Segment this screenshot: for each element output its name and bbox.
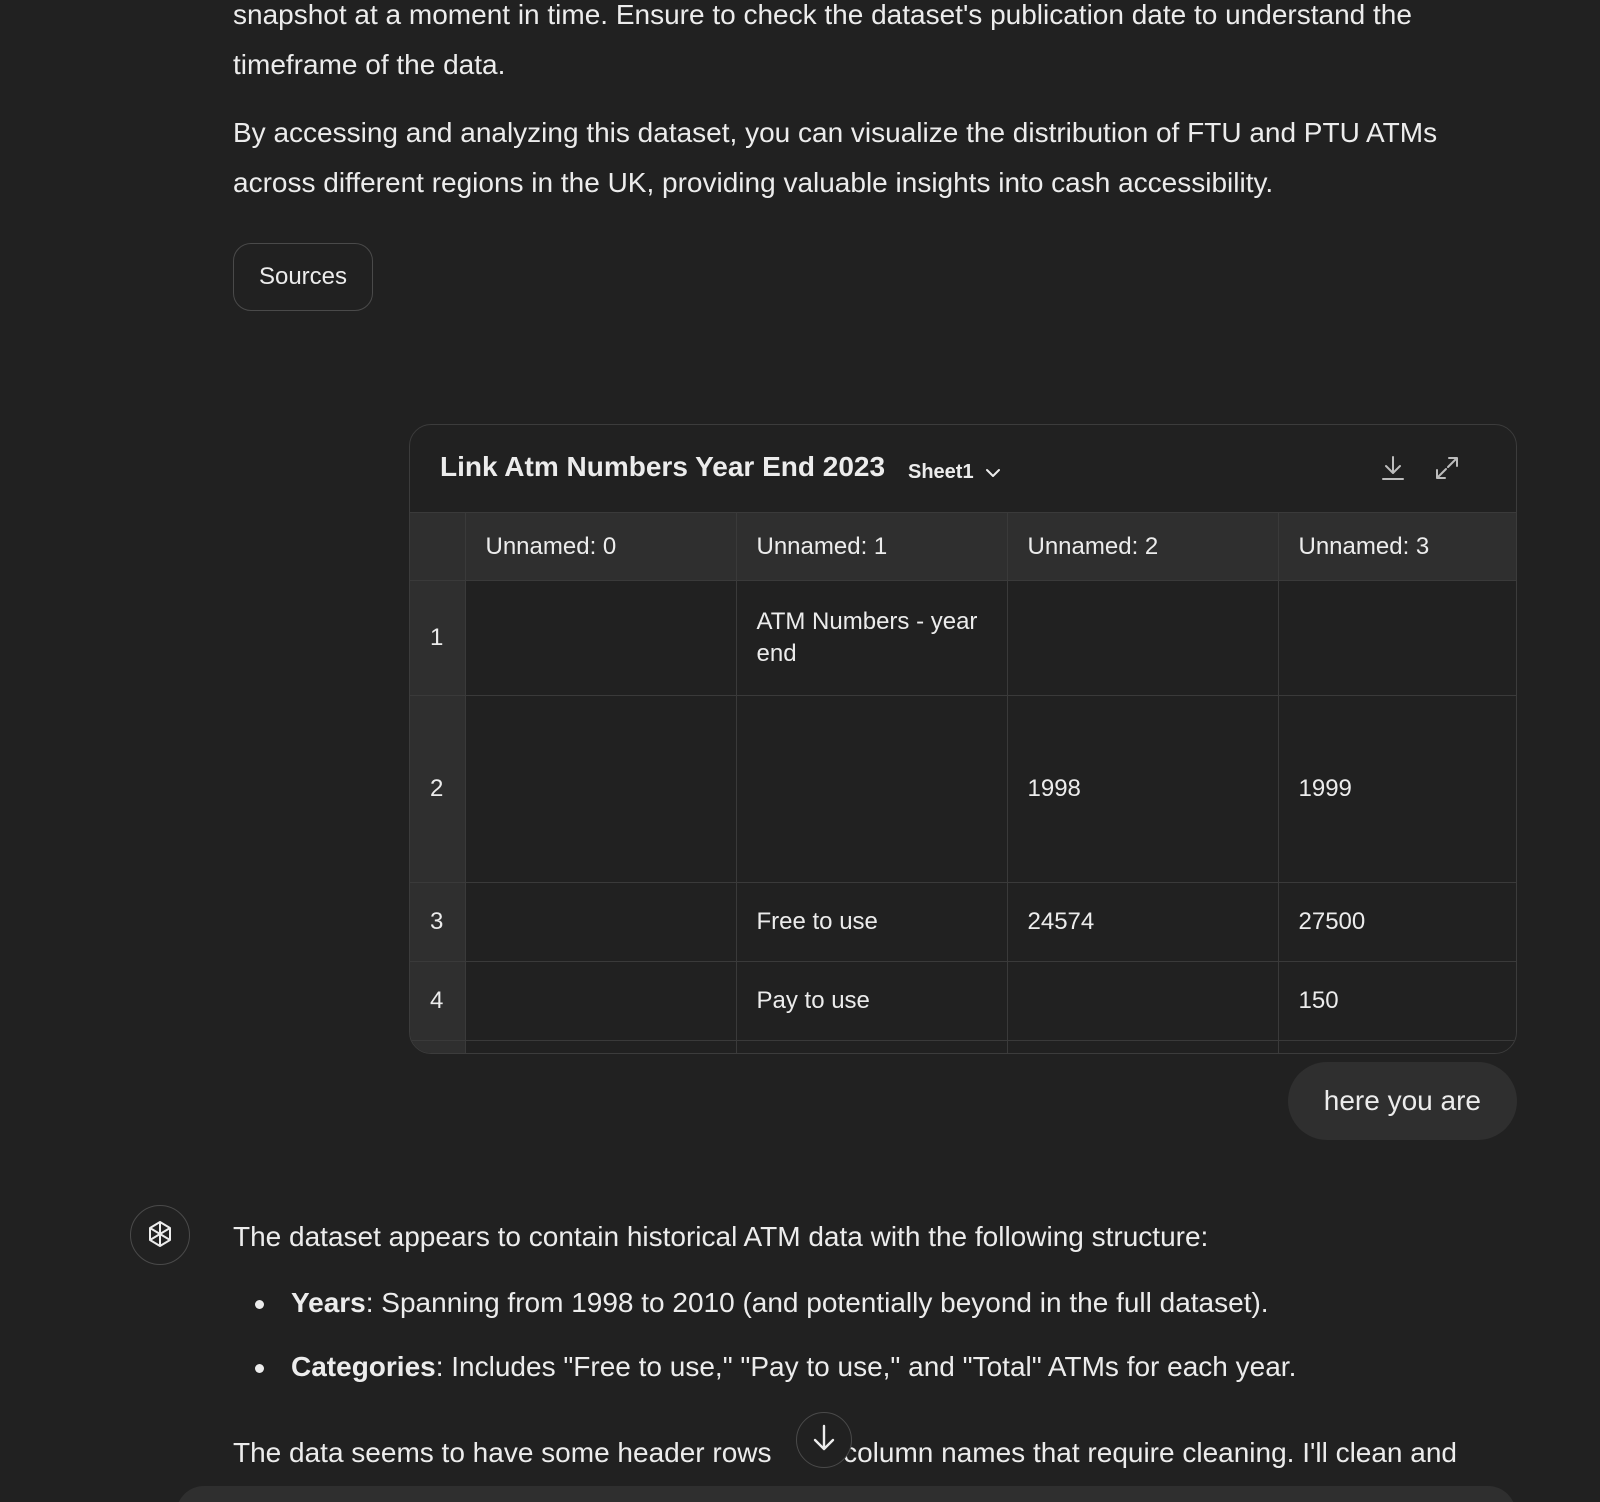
table-cell[interactable] bbox=[465, 1040, 737, 1053]
column-header[interactable]: Unnamed: 0 bbox=[465, 513, 737, 581]
sheet-selector[interactable]: Sheet1 bbox=[908, 461, 1002, 484]
openai-logo-icon bbox=[130, 1205, 190, 1265]
assistant-bullet-list: Years: Spanning from 1998 to 2010 (and p… bbox=[233, 1278, 1533, 1406]
table-header-row: Unnamed: 0 Unnamed: 1 Unnamed: 2 Unnamed… bbox=[410, 513, 1516, 581]
spreadsheet-header: Link Atm Numbers Year End 2023 Sheet1 bbox=[410, 425, 1516, 513]
row-index: 4 bbox=[410, 961, 466, 1041]
table-cell[interactable]: 1999 bbox=[1278, 695, 1516, 883]
table-cell[interactable] bbox=[465, 695, 737, 883]
table-cell[interactable] bbox=[1007, 961, 1279, 1041]
bullet-dot bbox=[255, 1300, 264, 1309]
table-cell[interactable]: Pay to use bbox=[736, 961, 1008, 1041]
spreadsheet-table: Unnamed: 0 Unnamed: 1 Unnamed: 2 Unnamed… bbox=[410, 513, 1516, 1053]
list-item: Years: Spanning from 1998 to 2010 (and p… bbox=[233, 1278, 1533, 1342]
tail-text-end: column names that require cleaning. I'll… bbox=[835, 1437, 1457, 1468]
table-cell[interactable] bbox=[465, 882, 737, 962]
user-message-text: here you are bbox=[1323, 1085, 1481, 1116]
scroll-to-bottom-button[interactable] bbox=[796, 1412, 852, 1468]
table-cell[interactable] bbox=[465, 580, 737, 696]
bullet-dot bbox=[255, 1364, 264, 1373]
table-cell[interactable]: 27500 bbox=[1278, 882, 1516, 962]
table-cell[interactable] bbox=[465, 961, 737, 1041]
assistant-paragraph: By accessing and analyzing this dataset,… bbox=[233, 117, 1438, 198]
sheet-tab-label: Sheet1 bbox=[908, 461, 974, 483]
table-row: 1 ATM Numbers - year end bbox=[410, 580, 1516, 696]
row-index bbox=[410, 1040, 466, 1053]
assistant-paragraph-tail: The data seems to have some header rows … bbox=[233, 1428, 1533, 1478]
column-header[interactable]: Unnamed: 2 bbox=[1007, 513, 1279, 581]
table-row-partial bbox=[410, 1040, 1516, 1053]
bullet-label: Years bbox=[291, 1287, 366, 1318]
assistant-paragraph-partial: snapshot at a moment in time. Ensure to … bbox=[233, 0, 1412, 80]
row-index: 2 bbox=[410, 695, 466, 883]
row-index: 3 bbox=[410, 882, 466, 962]
chevron-down-icon bbox=[984, 464, 1002, 482]
table-cell[interactable] bbox=[1007, 580, 1279, 696]
table-cell[interactable]: 1998 bbox=[1007, 695, 1279, 883]
spreadsheet-title: Link Atm Numbers Year End 2023 bbox=[440, 451, 886, 482]
table-cell[interactable] bbox=[1278, 580, 1516, 696]
column-header[interactable]: Unnamed: 1 bbox=[736, 513, 1008, 581]
table-row: 2 1998 1999 bbox=[410, 695, 1516, 883]
table-cell[interactable]: 24574 bbox=[1007, 882, 1279, 962]
table-cell[interactable] bbox=[736, 695, 1008, 883]
table-cell[interactable] bbox=[736, 1040, 1008, 1053]
spreadsheet-preview: Link Atm Numbers Year End 2023 Sheet1 Un… bbox=[409, 424, 1517, 1054]
corner-cell bbox=[410, 513, 466, 581]
table-row: 3 Free to use 24574 27500 bbox=[410, 882, 1516, 962]
row-index: 1 bbox=[410, 580, 466, 696]
user-message-bubble: here you are bbox=[1287, 1062, 1517, 1140]
assistant-intro: The dataset appears to contain historica… bbox=[233, 1221, 1209, 1252]
list-item: Categories: Includes "Free to use," "Pay… bbox=[233, 1342, 1533, 1406]
column-header[interactable]: Unnamed: 3 bbox=[1278, 513, 1516, 581]
download-icon[interactable] bbox=[1378, 453, 1408, 483]
table-cell[interactable] bbox=[1278, 1040, 1516, 1053]
expand-icon[interactable] bbox=[1432, 453, 1462, 483]
message-composer[interactable] bbox=[176, 1486, 1516, 1502]
tail-text-start: The data seems to have some header rows bbox=[233, 1437, 780, 1468]
bullet-label: Categories bbox=[291, 1351, 436, 1382]
table-cell[interactable] bbox=[1007, 1040, 1279, 1053]
chat-page: snapshot at a moment in time. Ensure to … bbox=[0, 0, 1600, 1502]
table-cell[interactable]: 150 bbox=[1278, 961, 1516, 1041]
bullet-text: : Includes "Free to use," "Pay to use," … bbox=[435, 1351, 1297, 1382]
table-cell[interactable]: Free to use bbox=[736, 882, 1008, 962]
arrow-down-icon bbox=[811, 1423, 837, 1458]
sources-button[interactable]: Sources bbox=[233, 243, 373, 311]
table-cell[interactable]: ATM Numbers - year end bbox=[736, 580, 1008, 696]
bullet-text: : Spanning from 1998 to 2010 (and potent… bbox=[365, 1287, 1269, 1318]
table-row: 4 Pay to use 150 bbox=[410, 961, 1516, 1041]
